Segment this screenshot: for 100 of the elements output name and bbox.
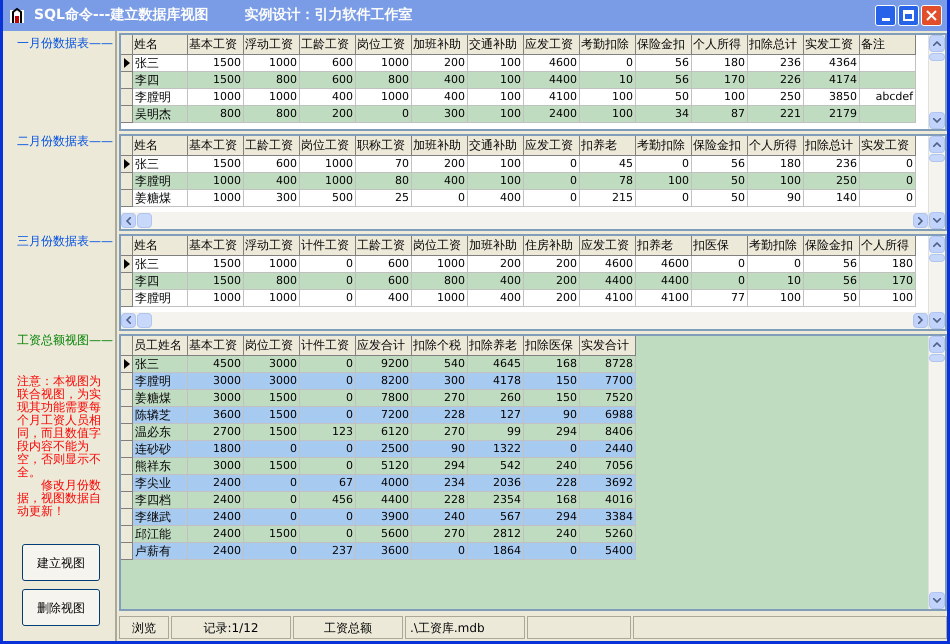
vertical-scrollbar[interactable] xyxy=(928,236,945,328)
column-header[interactable]: 扣除个税 xyxy=(412,336,468,356)
column-header[interactable]: 交通补助 xyxy=(468,136,524,156)
column-header[interactable]: 姓名 xyxy=(133,236,188,256)
column-header[interactable]: 岗位工资 xyxy=(412,236,468,256)
column-header[interactable]: 基本工资 xyxy=(188,336,244,356)
column-header[interactable]: 岗位工资 xyxy=(300,136,356,156)
column-header[interactable]: 实发工资 xyxy=(804,35,860,55)
scroll-down-button[interactable] xyxy=(929,112,945,128)
column-header[interactable]: 应发工资 xyxy=(524,136,580,156)
column-header[interactable]: 扣除总计 xyxy=(748,35,804,55)
scroll-thumb[interactable] xyxy=(137,213,152,228)
scroll-thumb[interactable] xyxy=(929,154,945,162)
column-header[interactable]: 应发合计 xyxy=(356,336,412,356)
column-header[interactable]: 工龄工资 xyxy=(356,236,412,256)
row-selector[interactable] xyxy=(121,156,133,172)
column-header[interactable]: 基本工资 xyxy=(188,236,244,256)
close-button[interactable] xyxy=(921,5,942,26)
scroll-up-button[interactable] xyxy=(929,136,945,152)
table-cell: 67 xyxy=(300,474,356,492)
minimize-icon xyxy=(882,18,890,21)
scroll-thumb[interactable] xyxy=(929,53,945,61)
table-cell: 800 xyxy=(244,106,300,123)
row-selector[interactable] xyxy=(121,55,133,72)
column-header[interactable]: 扣除养老 xyxy=(468,336,524,356)
scroll-thumb[interactable] xyxy=(929,254,945,262)
scroll-up-button[interactable] xyxy=(929,336,945,352)
column-header[interactable]: 基本工资 xyxy=(188,35,244,55)
column-header[interactable]: 应发工资 xyxy=(524,35,580,55)
column-header[interactable]: 员工姓名 xyxy=(133,336,188,356)
column-header[interactable]: 扣养老 xyxy=(580,136,636,156)
scroll-left-button[interactable] xyxy=(121,213,136,228)
column-header[interactable]: 备注 xyxy=(860,35,916,55)
row-selector[interactable] xyxy=(121,256,133,273)
table-cell: 8406 xyxy=(580,424,636,440)
table-cell: 237 xyxy=(300,542,356,560)
table-cell: 4600 xyxy=(524,55,580,72)
table-cell: 0 xyxy=(524,440,580,458)
column-header[interactable]: 基本工资 xyxy=(188,136,244,156)
column-header[interactable]: 考勤扣除 xyxy=(580,35,636,55)
vertical-scrollbar[interactable] xyxy=(928,336,945,610)
table-cell: 0 xyxy=(692,256,748,273)
column-header[interactable]: 扣医保 xyxy=(692,236,748,256)
column-header[interactable]: 应发工资 xyxy=(580,236,636,256)
vertical-scrollbar[interactable] xyxy=(928,136,945,229)
table-cell: 100 xyxy=(748,172,804,190)
column-header[interactable]: 实发工资 xyxy=(860,136,916,156)
scroll-left-button[interactable] xyxy=(121,312,136,328)
vertical-scrollbar[interactable] xyxy=(928,35,945,128)
table-cell: 800 xyxy=(188,106,244,123)
column-header[interactable]: 保险金扣 xyxy=(636,35,692,55)
scroll-thumb[interactable] xyxy=(929,354,945,362)
column-header[interactable]: 加班补助 xyxy=(412,136,468,156)
scroll-right-button[interactable] xyxy=(913,213,928,228)
column-header[interactable]: 扣除医保 xyxy=(524,336,580,356)
column-header[interactable]: 加班补助 xyxy=(412,35,468,55)
table-cell: 4400 xyxy=(524,72,580,89)
column-header[interactable]: 加班补助 xyxy=(468,236,524,256)
horizontal-scrollbar[interactable] xyxy=(121,212,928,229)
column-header[interactable]: 实发合计 xyxy=(580,336,636,356)
column-header[interactable]: 保险金扣 xyxy=(804,236,860,256)
table-cell: 100 xyxy=(468,106,524,123)
column-header[interactable]: 交通补助 xyxy=(468,35,524,55)
column-header[interactable]: 考勤扣除 xyxy=(636,136,692,156)
column-header[interactable]: 扣养老 xyxy=(636,236,692,256)
scroll-thumb[interactable] xyxy=(137,312,152,328)
scroll-down-button[interactable] xyxy=(929,592,945,610)
column-header[interactable]: 考勤扣除 xyxy=(748,236,804,256)
column-header[interactable]: 浮动工资 xyxy=(244,236,300,256)
row-selector[interactable] xyxy=(121,356,133,372)
column-header[interactable]: 姓名 xyxy=(133,35,188,55)
column-header[interactable]: 姓名 xyxy=(133,136,188,156)
column-header[interactable]: 个人所得 xyxy=(692,35,748,55)
column-header[interactable]: 计件工资 xyxy=(300,336,356,356)
column-header[interactable]: 保险金扣 xyxy=(692,136,748,156)
column-header[interactable]: 工龄工资 xyxy=(300,35,356,55)
horizontal-scrollbar[interactable] xyxy=(121,312,928,328)
column-header[interactable]: 计件工资 xyxy=(300,236,356,256)
column-header[interactable]: 个人所得 xyxy=(860,236,916,256)
column-header[interactable]: 扣除总计 xyxy=(804,136,860,156)
minimize-button[interactable] xyxy=(875,5,896,26)
column-header[interactable]: 岗位工资 xyxy=(356,35,412,55)
column-header[interactable]: 住房补助 xyxy=(524,236,580,256)
table-cell: 100 xyxy=(580,106,636,123)
column-header[interactable]: 工龄工资 xyxy=(244,136,300,156)
scroll-down-button[interactable] xyxy=(929,212,945,229)
action-button[interactable]: 建立视图 xyxy=(22,544,100,581)
column-header[interactable]: 浮动工资 xyxy=(244,35,300,55)
action-button[interactable]: 删除视图 xyxy=(22,589,100,626)
scroll-right-button[interactable] xyxy=(913,312,928,328)
column-header[interactable]: 岗位工资 xyxy=(244,336,300,356)
column-header[interactable]: 职称工资 xyxy=(356,136,412,156)
column-header[interactable]: 个人所得 xyxy=(748,136,804,156)
table-cell: 2500 xyxy=(356,440,412,458)
scroll-up-button[interactable] xyxy=(929,236,945,253)
table-cell: 800 xyxy=(244,273,300,290)
table-cell: 300 xyxy=(244,190,300,206)
scroll-up-button[interactable] xyxy=(929,35,945,52)
maximize-button[interactable] xyxy=(898,5,919,26)
scroll-down-button[interactable] xyxy=(929,312,945,328)
